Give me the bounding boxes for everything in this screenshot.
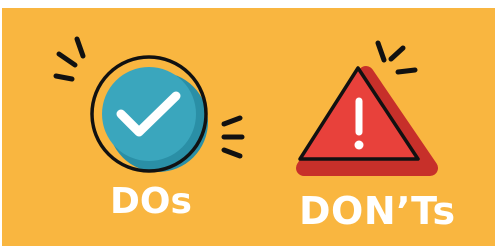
emphasis-lines-icon [53,36,86,82]
warning-triangle-icon [296,40,438,176]
check-circle-icon [53,36,245,173]
check-circle [102,67,196,161]
emphasis-lines-icon [221,115,245,159]
donts-label: DON’Ts [299,189,456,233]
banner-background: DOs DON’Ts [2,8,495,246]
emphasis-lines-icon [375,40,418,75]
exclamation-dot [354,140,364,150]
dos-label: DOs [110,181,192,222]
